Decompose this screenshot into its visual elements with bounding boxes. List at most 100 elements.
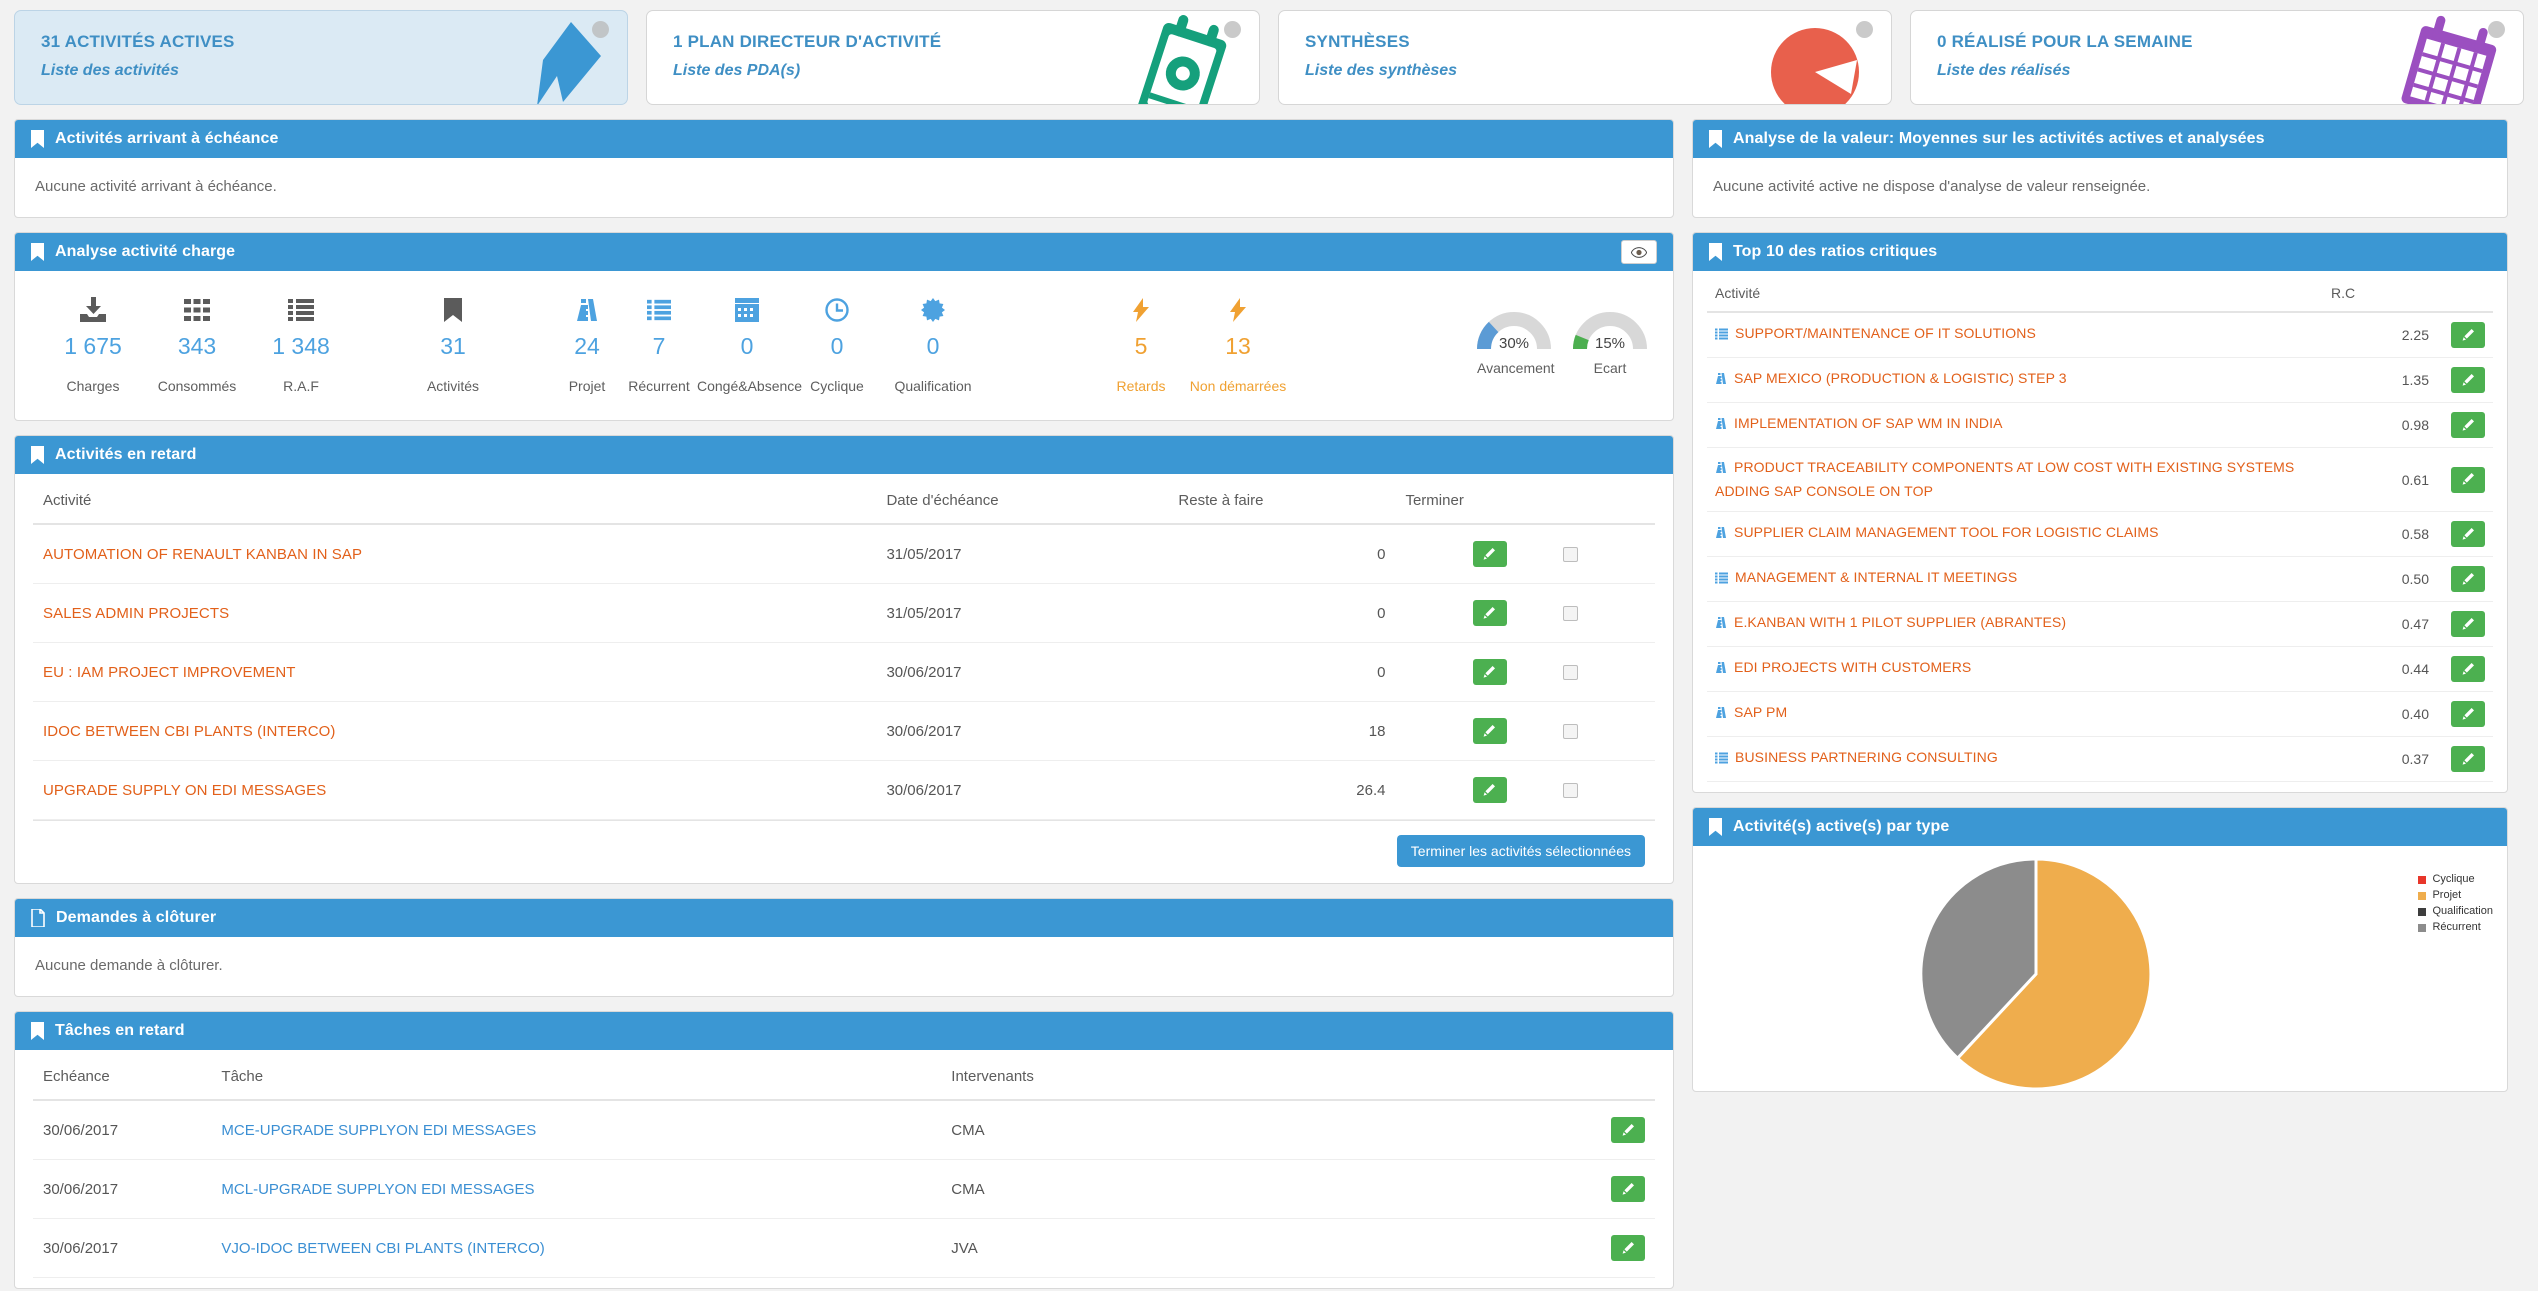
legend-label: Qualification [2432,905,2493,918]
stat-value: 7 [652,333,666,359]
stat-value: 31 [440,333,466,359]
due-date: 30/06/2017 [33,1218,212,1278]
ratio-activity-link[interactable]: MANAGEMENT & INTERNAL IT MEETINGS [1735,569,2017,585]
pencil-icon [1483,783,1496,796]
ratio-activity-link[interactable]: BUSINESS PARTNERING CONSULTING [1735,749,1998,765]
ratio-activity-link[interactable]: SAP MEXICO (PRODUCTION & LOGISTIC) STEP … [1734,370,2067,386]
bookmark-icon [31,1022,44,1040]
activity-link[interactable]: IDOC BETWEEN CBI PLANTS (INTERCO) [43,723,336,740]
edit-button[interactable] [2451,566,2485,593]
edit-button[interactable] [2451,611,2485,638]
activity-link[interactable]: UPGRADE SUPPLY ON EDI MESSAGES [43,782,326,799]
task-link[interactable]: MCL-UPGRADE SUPPLYON EDI MESSAGES [221,1181,534,1198]
ratio-activity-link[interactable]: SUPPLIER CLAIM MANAGEMENT TOOL FOR LOGIS… [1734,524,2159,540]
stat-label: Activités [426,378,480,394]
panel-analyse-valeur: Analyse de la valeur: Moyennes sur les a… [1692,119,2508,218]
download-inbox-icon [41,293,145,327]
edit-button[interactable] [2451,367,2485,393]
panel-title: Demandes à clôturer [56,909,217,926]
col-actions [1427,1060,1655,1101]
grid-icon [145,293,249,327]
late-activities-table: Activité Date d'échéance Reste à faire T… [33,484,1655,820]
clock-icon [797,293,877,327]
stat-value: 0 [740,333,754,359]
ratio-activity-link[interactable]: E.KANBAN WITH 1 PILOT SUPPLIER (ABRANTES… [1734,614,2066,630]
calendar-grid-icon [697,293,797,327]
col-date-echeance: Date d'échéance [876,484,1169,525]
edit-button[interactable] [1611,1117,1645,1143]
legend-swatch [2417,875,2428,886]
activity-link[interactable]: AUTOMATION OF RENAULT KANBAN IN SAP [43,546,362,563]
edit-button[interactable] [1472,600,1507,626]
road-icon [1715,659,1727,681]
pencil-icon [2462,527,2474,540]
gauge-ecart: 15% Ecart [1573,309,1647,376]
card-syntheses[interactable]: SYNTHÈSES Liste des synthèses [1278,10,1892,105]
card-plan-directeur[interactable]: 1 PLAN DIRECTEUR D'ACTIVITÉ Liste des PD… [646,10,1260,105]
panel-top10-ratios: Top 10 des ratios critiques Activité R.C… [1692,232,2508,794]
stat-label: Non démarrées [1189,378,1287,394]
terminer-checkbox[interactable] [1562,782,1578,798]
stat-label: Charges [66,378,120,394]
card-activites-actives[interactable]: 31 ACTIVITÉS ACTIVES Liste des activités [14,10,628,105]
stat-label: Projet [568,378,606,394]
activity-link[interactable]: SALES ADMIN PROJECTS [43,605,229,622]
edit-button[interactable] [1472,541,1507,567]
pencil-icon [2462,373,2474,386]
terminer-selection-button[interactable]: Terminer les activités sélectionnées [1396,835,1645,867]
ratio-activity-link[interactable]: EDI PROJECTS WITH CUSTOMERS [1734,659,1971,675]
stat-label: Qualification [894,378,972,394]
ratio-activity-link[interactable]: SAP PM [1734,704,1787,720]
table-row: 30/06/2017 MCL-UPGRADE SUPPLYON EDI MESS… [33,1159,1655,1219]
terminer-checkbox[interactable] [1562,664,1578,680]
document-icon [31,909,45,927]
pencil-icon [2462,707,2474,720]
pie-chart-icon [1771,28,1859,104]
card-realise-semaine[interactable]: 0 RÉALISÉ POUR LA SEMAINE Liste des réal… [1910,10,2524,105]
legend-swatch [2417,922,2428,933]
toggle-visibility-button[interactable] [1621,240,1657,264]
col-echeance: Echéance [33,1060,212,1101]
ratio-activity-link[interactable]: PRODUCT TRACEABILITY COMPONENTS AT LOW C… [1715,459,2294,499]
edit-button[interactable] [1472,659,1507,685]
terminer-checkbox[interactable] [1562,546,1578,562]
pencil-icon [2462,617,2474,630]
stat-recurrent: 7 Récurrent [621,293,697,394]
edit-button[interactable] [2451,466,2485,493]
col-rc: R.C [2323,279,2443,313]
list-blue-icon [1715,325,1728,347]
task-link[interactable]: VJO-IDOC BETWEEN CBI PLANTS (INTERCO) [221,1240,544,1257]
top10-table: Activité R.C SUPPORT/MAINTENANCE OF IT S… [1707,279,2493,783]
edit-button[interactable] [1472,718,1507,744]
actors: CMA [941,1159,1428,1219]
table-header-row: Activité R.C [1707,279,2493,313]
stat-label: Retards [1116,378,1166,394]
edit-button[interactable] [2451,322,2485,348]
panel-title: Activité(s) active(s) par type [1733,818,1950,836]
activity-link[interactable]: EU : IAM PROJECT IMPROVEMENT [43,664,296,681]
ratio-activity-link[interactable]: SUPPORT/MAINTENANCE OF IT SOLUTIONS [1735,325,2036,341]
terminer-checkbox[interactable] [1562,605,1578,621]
remaining: 26.4 [1168,760,1396,820]
gauges: 30% Avancement 15% Ecart [1477,293,1647,376]
edit-button[interactable] [1472,777,1507,803]
stat-projet: 24 Projet [553,293,621,394]
terminer-checkbox[interactable] [1562,723,1578,739]
edit-button[interactable] [1611,1235,1645,1261]
edit-button[interactable] [2451,521,2485,548]
edit-button[interactable] [1611,1176,1645,1202]
table-row: MANAGEMENT & INTERNAL IT MEETINGS 0.50 [1707,556,2493,603]
edit-button[interactable] [2451,746,2485,773]
list-blue-icon [1715,569,1728,591]
legend-label: Cyclique [2432,873,2475,886]
edit-button[interactable] [2451,656,2485,683]
stat-value: 5 [1134,333,1148,359]
pencil-icon [2462,752,2474,765]
edit-button[interactable] [2451,701,2485,728]
remaining: 0 [1168,524,1396,584]
pencil-icon [1483,665,1496,678]
ratio-activity-link[interactable]: IMPLEMENTATION OF SAP WM IN INDIA [1734,415,2003,431]
panel-header: Analyse activité charge [15,233,1673,271]
edit-button[interactable] [2451,412,2485,438]
task-link[interactable]: MCE-UPGRADE SUPPLYON EDI MESSAGES [221,1122,536,1139]
